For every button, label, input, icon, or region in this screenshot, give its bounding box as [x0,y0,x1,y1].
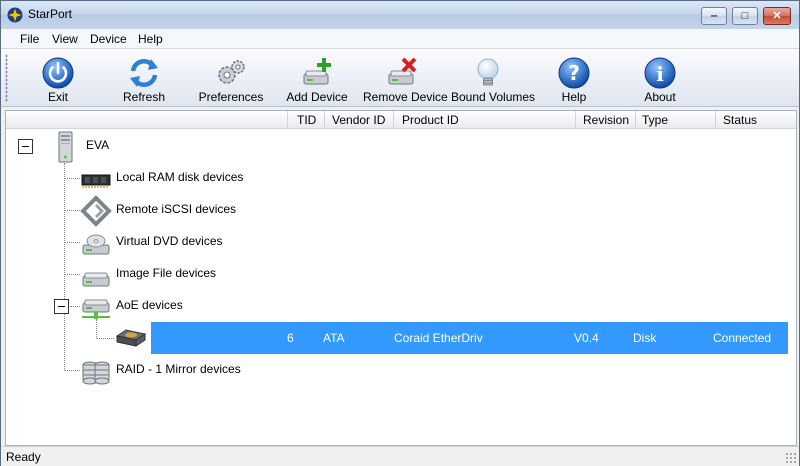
cell-status: Connected [713,331,772,345]
help-icon: ? [558,57,590,89]
cell-vendor-id: ATA [323,331,345,345]
close-icon: ✕ [772,10,782,22]
column-separator [393,111,394,129]
help-button[interactable]: ? Help [548,53,600,105]
tree-node-raid-label: RAID - 1 Mirror devices [116,362,241,376]
column-status[interactable]: Status [723,113,757,127]
tree-connector [64,210,80,211]
collapse-aoe-toggle[interactable] [54,299,69,314]
tree-node-image-file-label: Image File devices [116,266,217,280]
remove-device-icon [388,57,417,85]
power-icon [42,57,74,89]
refresh-label: Refresh [122,90,166,104]
device-row-selected[interactable]: 6 ATA Coraid EtherDriv V0.4 Disk Connect… [151,322,788,354]
cell-tid: 6 [287,331,294,345]
add-device-button[interactable]: Add Device [285,53,349,105]
menu-file[interactable]: File [20,32,39,46]
tree-node-aoe[interactable]: AoE devices [80,291,320,319]
raid-disks-icon [82,361,110,385]
hard-disk-icon [115,329,147,347]
tree-node-iscsi-label: Remote iSCSI devices [116,202,237,216]
starport-logo-icon [7,7,23,23]
column-separator [715,111,716,129]
column-separator [287,111,288,129]
help-label: Help [561,90,587,104]
about-button[interactable]: i About [634,53,686,105]
tree-connector [64,163,65,371]
status-text: Ready [6,450,41,464]
tree-node-root[interactable]: EVA [50,131,250,163]
exit-label: Exit [47,90,68,104]
svg-text:?: ? [568,61,580,85]
maximize-icon: □ [741,10,749,22]
remove-device-button[interactable]: Remove Device [363,53,448,105]
drive-icon [82,272,110,287]
tree-node-root-label: EVA [86,138,110,152]
column-separator [635,111,636,129]
tree-node-ram-disk-label: Local RAM disk devices [116,170,244,184]
network-drive-icon [82,299,110,319]
status-bar: Ready [1,446,799,466]
tree-node-dvd-label: Virtual DVD devices [116,234,223,248]
tree-connector [64,242,80,243]
ram-chip-icon [81,174,111,188]
column-type[interactable]: Type [642,113,668,127]
app-window: StarPort ‒ □ ✕ File View Device Help Exi… [0,0,800,466]
minimize-icon: ‒ [710,10,718,22]
exit-button[interactable]: Exit [28,53,88,105]
title-bar[interactable]: StarPort ‒ □ ✕ [1,1,799,29]
remove-device-label: Remove Device [363,90,448,104]
tree-node-image-file[interactable]: Image File devices [80,259,320,287]
tree-connector [64,274,80,275]
close-button[interactable]: ✕ [763,7,791,25]
tree-node-ram-disk[interactable]: Local RAM disk devices [80,163,320,191]
gears-icon [218,60,245,84]
tree-node-dvd[interactable]: Virtual DVD devices [80,227,320,255]
dvd-drive-icon [82,234,110,255]
tree-node-raid[interactable]: RAID - 1 Mirror devices [80,355,320,385]
toolbar-grip[interactable] [5,54,8,102]
column-product-id[interactable]: Product ID [402,113,459,127]
about-label: About [644,90,676,104]
collapse-root-toggle[interactable] [18,139,33,154]
add-device-icon [303,58,331,85]
preferences-button[interactable]: Preferences [196,53,266,105]
column-header: TID Vendor ID Product ID Revision Type S… [6,111,796,129]
bound-volumes-label: Bound Volumes [451,90,536,104]
cell-revision: V0.4 [574,331,599,345]
maximize-button[interactable]: □ [732,7,758,25]
iscsi-diamond-icon [80,195,112,227]
minimize-button[interactable]: ‒ [701,7,727,25]
device-tree-list[interactable]: TID Vendor ID Product ID Revision Type S… [5,110,797,446]
toolbar: Exit Refresh Preferences Add Device Remo… [1,49,799,107]
window-title: StarPort [28,7,73,21]
bound-volumes-button[interactable]: Bound Volumes [451,53,536,105]
cell-product-id: Coraid EtherDriv [394,331,483,345]
tree-node-aoe-label: AoE devices [116,298,183,312]
column-vendor-id[interactable]: Vendor ID [332,113,385,127]
column-tid[interactable]: TID [297,113,316,127]
refresh-button[interactable]: Refresh [114,53,174,105]
resize-grip[interactable] [785,452,797,464]
preferences-label: Preferences [198,90,264,104]
add-device-label: Add Device [286,90,348,104]
refresh-icon [130,58,158,88]
tree-connector [64,178,80,179]
column-separator [324,111,325,129]
svg-text:i: i [656,62,664,86]
menu-help[interactable]: Help [138,32,163,46]
menu-bar: File View Device Help [1,29,799,49]
lightbulb-icon [477,58,499,86]
server-icon [58,131,73,163]
column-revision[interactable]: Revision [583,113,629,127]
column-separator [575,111,576,129]
tree-connector [96,338,114,339]
tree-node-iscsi[interactable]: Remote iSCSI devices [80,195,320,227]
info-icon: i [644,57,676,89]
tree-connector [64,370,80,371]
cell-type: Disk [633,331,657,345]
menu-device[interactable]: Device [90,32,127,46]
tree-connector [70,306,80,307]
menu-view[interactable]: View [52,32,78,46]
